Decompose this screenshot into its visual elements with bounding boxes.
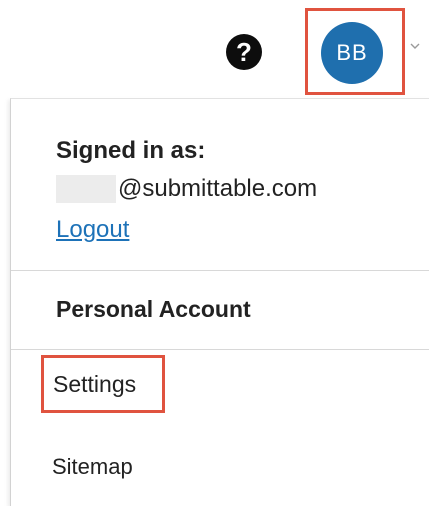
personal-account-section: Personal Account [11,271,429,350]
menu-item-sitemap[interactable]: Sitemap [52,454,133,480]
chevron-down-icon[interactable] [409,40,421,52]
account-dropdown-menu: Signed in as: @submittable.com Logout Pe… [10,98,429,506]
signed-in-label: Signed in as: [56,137,206,164]
settings-highlight-box: Settings [41,355,165,413]
avatar-highlight-box: BB [305,8,405,95]
personal-account-heading: Personal Account [56,296,251,322]
signed-in-section: Signed in as: @submittable.com Logout [11,99,429,271]
logout-link[interactable]: Logout [56,216,129,244]
user-avatar-button[interactable]: BB [321,22,383,84]
email-domain-text: @submittable.com [118,175,318,202]
menu-item-settings[interactable]: Settings [53,371,136,398]
question-circle-icon[interactable]: ? [226,34,262,70]
top-header: ? BB [0,0,429,98]
user-email: @submittable.com [56,175,317,203]
email-redacted-block [56,175,116,203]
